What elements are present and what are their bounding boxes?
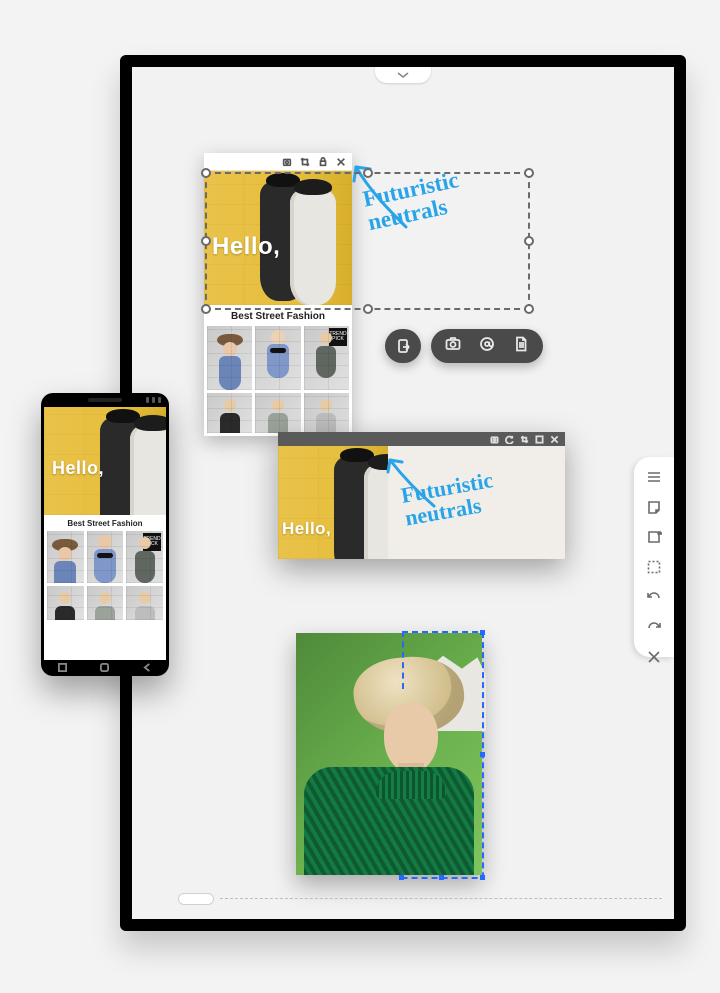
snippet-hero-image: Hello, xyxy=(278,446,388,559)
document-button[interactable] xyxy=(513,336,529,357)
bluesel-handle-tr[interactable] xyxy=(480,630,485,635)
handwritten-annotation-1: Futuristic neutrals xyxy=(361,153,537,236)
phone-section-title: Best Street Fashion xyxy=(44,515,166,531)
email-button[interactable] xyxy=(479,336,495,357)
redo-button[interactable] xyxy=(645,619,663,635)
phone-thumb-2[interactable] xyxy=(87,531,124,583)
phone-thumb-row-1: TREND PICK xyxy=(44,531,166,583)
resize-handle-middle-right[interactable] xyxy=(524,236,534,246)
thumb-1[interactable] xyxy=(207,326,252,390)
phone-hero-image: Hello, xyxy=(44,407,166,515)
undo-button[interactable] xyxy=(645,589,663,605)
crop-icon[interactable] xyxy=(300,157,310,167)
snippet-window[interactable]: Hello, Futuristic neutrals xyxy=(278,432,565,559)
side-toolbar xyxy=(634,457,674,657)
snippet-crop-icon[interactable] xyxy=(520,435,529,444)
menu-button[interactable] xyxy=(645,469,663,485)
phone-thumb-5[interactable] xyxy=(87,586,124,620)
top-chevron-tab[interactable] xyxy=(375,67,431,83)
phone-thumb-row-2 xyxy=(44,583,166,623)
thumb-6[interactable] xyxy=(304,393,349,433)
snippet-capture-icon[interactable] xyxy=(490,435,499,444)
page-divider xyxy=(220,898,662,899)
phone-badge-trend-pick: TREND PICK xyxy=(143,533,161,551)
page-handle[interactable] xyxy=(178,893,214,905)
resize-handle-bottom-middle[interactable] xyxy=(363,304,373,314)
hero-greeting: Hello, xyxy=(212,233,280,261)
phone-earpiece xyxy=(88,398,122,402)
hero-image: Hello, xyxy=(204,171,352,305)
note-button[interactable] xyxy=(645,499,663,515)
phone-back-icon[interactable] xyxy=(143,663,152,672)
bluesel-handle-bm[interactable] xyxy=(439,875,444,880)
action-pill-group xyxy=(431,329,543,363)
auto-selection-outline[interactable] xyxy=(402,631,484,879)
bluesel-handle-br[interactable] xyxy=(480,875,485,880)
flip-board-device: Hello, Best Street Fashion TREND PICK xyxy=(120,55,686,931)
phone-thumb-6[interactable] xyxy=(126,586,163,620)
phone-recent-icon[interactable] xyxy=(58,663,67,672)
resize-handle-top-middle[interactable] xyxy=(363,168,373,178)
flip-board-canvas[interactable]: Hello, Best Street Fashion TREND PICK xyxy=(132,67,674,919)
bluesel-handle-bl[interactable] xyxy=(399,875,404,880)
lock-icon[interactable] xyxy=(318,157,328,167)
snippet-titlebar[interactable] xyxy=(278,432,565,446)
floating-action-bar xyxy=(385,329,543,363)
camera-button[interactable] xyxy=(445,336,461,357)
chevron-down-icon xyxy=(397,70,409,80)
mirror-toolbar xyxy=(204,153,352,171)
phone-thumb-1[interactable] xyxy=(47,531,84,583)
mirrored-screen-panel[interactable]: Hello, Best Street Fashion TREND PICK xyxy=(204,153,352,436)
thumbnail-row-1: TREND PICK xyxy=(204,326,352,390)
resize-handle-bottom-right[interactable] xyxy=(524,304,534,314)
phone-thumb-4[interactable] xyxy=(47,586,84,620)
phone-status-icons xyxy=(146,397,161,403)
thumb-3[interactable]: TREND PICK xyxy=(304,326,349,390)
snippet-refresh-icon[interactable] xyxy=(505,435,514,444)
thumbnail-row-2 xyxy=(204,390,352,436)
badge-trend-pick: TREND PICK xyxy=(329,328,347,346)
thumb-4[interactable] xyxy=(207,393,252,433)
sidebar-close-button[interactable] xyxy=(645,649,663,665)
phone-hero-greeting: Hello, xyxy=(52,458,104,479)
phone-screen[interactable]: Hello, Best Street Fashion TREND PICK xyxy=(44,407,166,660)
send-to-device-button[interactable] xyxy=(385,329,421,363)
section-title: Best Street Fashion xyxy=(204,305,352,326)
phone-nav-keys xyxy=(41,662,169,672)
phone-home-icon[interactable] xyxy=(100,663,109,672)
snippet-maximize-icon[interactable] xyxy=(535,435,544,444)
snippet-close-icon[interactable] xyxy=(550,435,559,444)
smartphone-device: Hello, Best Street Fashion TREND PICK xyxy=(41,393,169,676)
thumb-5[interactable] xyxy=(255,393,300,433)
capture-icon[interactable] xyxy=(282,157,292,167)
bluesel-handle-mr[interactable] xyxy=(480,752,485,757)
snippet-body: Hello, Futuristic neutrals xyxy=(278,446,565,559)
phone-thumb-3[interactable]: TREND PICK xyxy=(126,531,163,583)
export-button[interactable] xyxy=(645,529,663,545)
select-button[interactable] xyxy=(645,559,663,575)
thumb-2[interactable] xyxy=(255,326,300,390)
snippet-hero-greeting: Hello, xyxy=(282,519,331,539)
close-icon[interactable] xyxy=(336,157,346,167)
